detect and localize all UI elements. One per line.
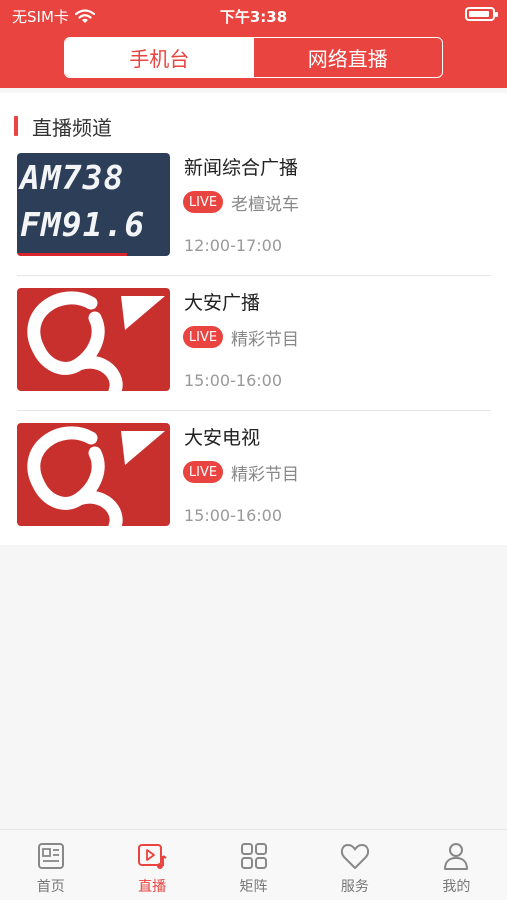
live-badge: LIVE: [183, 326, 223, 348]
tab-label: 首页: [36, 879, 65, 895]
tab-label: 我的: [442, 879, 471, 895]
tab-mine[interactable]: 我的: [406, 830, 507, 900]
section-header: 直播频道: [14, 113, 112, 140]
channel-name: 大安电视: [184, 427, 261, 449]
station-logo-icon: [27, 426, 165, 526]
section-title: 直播频道: [32, 115, 112, 140]
segmented-control: 手机台 网络直播: [64, 37, 443, 78]
thumb-text-line: FM91.6: [20, 205, 146, 244]
tab-label: 服务: [340, 879, 369, 895]
channel-name: 大安广播: [184, 292, 261, 314]
status-bar: 无SIM卡 下午3:38: [0, 0, 507, 30]
channel-row[interactable]: 大安电视 LIVE 精彩节目 15:00-16:00: [0, 411, 507, 546]
tab-mobile-station[interactable]: 手机台: [65, 38, 254, 77]
channel-list-panel: 直播频道 AM738 FM91.6 新闻综合广播 LIVE 老檀说车 12:00…: [0, 93, 507, 545]
channel-thumbnail: [17, 288, 170, 391]
program-time: 12:00-17:00: [184, 236, 282, 255]
station-logo-icon: [27, 291, 165, 391]
tab-label: 直播: [138, 879, 167, 895]
tab-label: 矩阵: [239, 879, 268, 895]
program-time: 15:00-16:00: [184, 506, 282, 525]
app-header: 无SIM卡 下午3:38 手机台 网络直播: [0, 0, 507, 88]
status-time: 下午3:38: [219, 8, 288, 26]
tab-matrix[interactable]: 矩阵: [203, 830, 304, 900]
live-play-icon: [138, 844, 167, 869]
user-icon: [444, 843, 469, 870]
tab-live[interactable]: 直播: [101, 830, 202, 900]
channel-thumbnail: AM738 FM91.6: [17, 153, 170, 256]
section-accent-bar: [14, 116, 18, 136]
heart-icon: [340, 844, 369, 869]
channel-name: 新闻综合广播: [184, 157, 299, 179]
tab-web-live[interactable]: 网络直播: [254, 38, 443, 77]
program-name: 精彩节目: [231, 329, 299, 350]
channel-thumbnail: [17, 423, 170, 526]
live-badge: LIVE: [183, 191, 223, 213]
news-icon: [37, 843, 64, 869]
thumb-text-line: AM738: [20, 158, 125, 197]
battery-icon: [465, 7, 498, 21]
tab-home[interactable]: 首页: [0, 830, 101, 900]
program-name: 老檀说车: [231, 194, 299, 215]
channel-row[interactable]: 大安广播 LIVE 精彩节目 15:00-16:00: [0, 276, 507, 411]
live-badge: LIVE: [183, 461, 223, 483]
tab-service[interactable]: 服务: [304, 830, 405, 900]
channel-row[interactable]: AM738 FM91.6 新闻综合广播 LIVE 老檀说车 12:00-17:0…: [0, 141, 507, 276]
program-time: 15:00-16:00: [184, 371, 282, 390]
grid-icon: [240, 843, 267, 869]
bottom-tab-bar: 首页 直播 矩阵 服务 我的: [0, 829, 507, 900]
program-name: 精彩节目: [231, 464, 299, 485]
